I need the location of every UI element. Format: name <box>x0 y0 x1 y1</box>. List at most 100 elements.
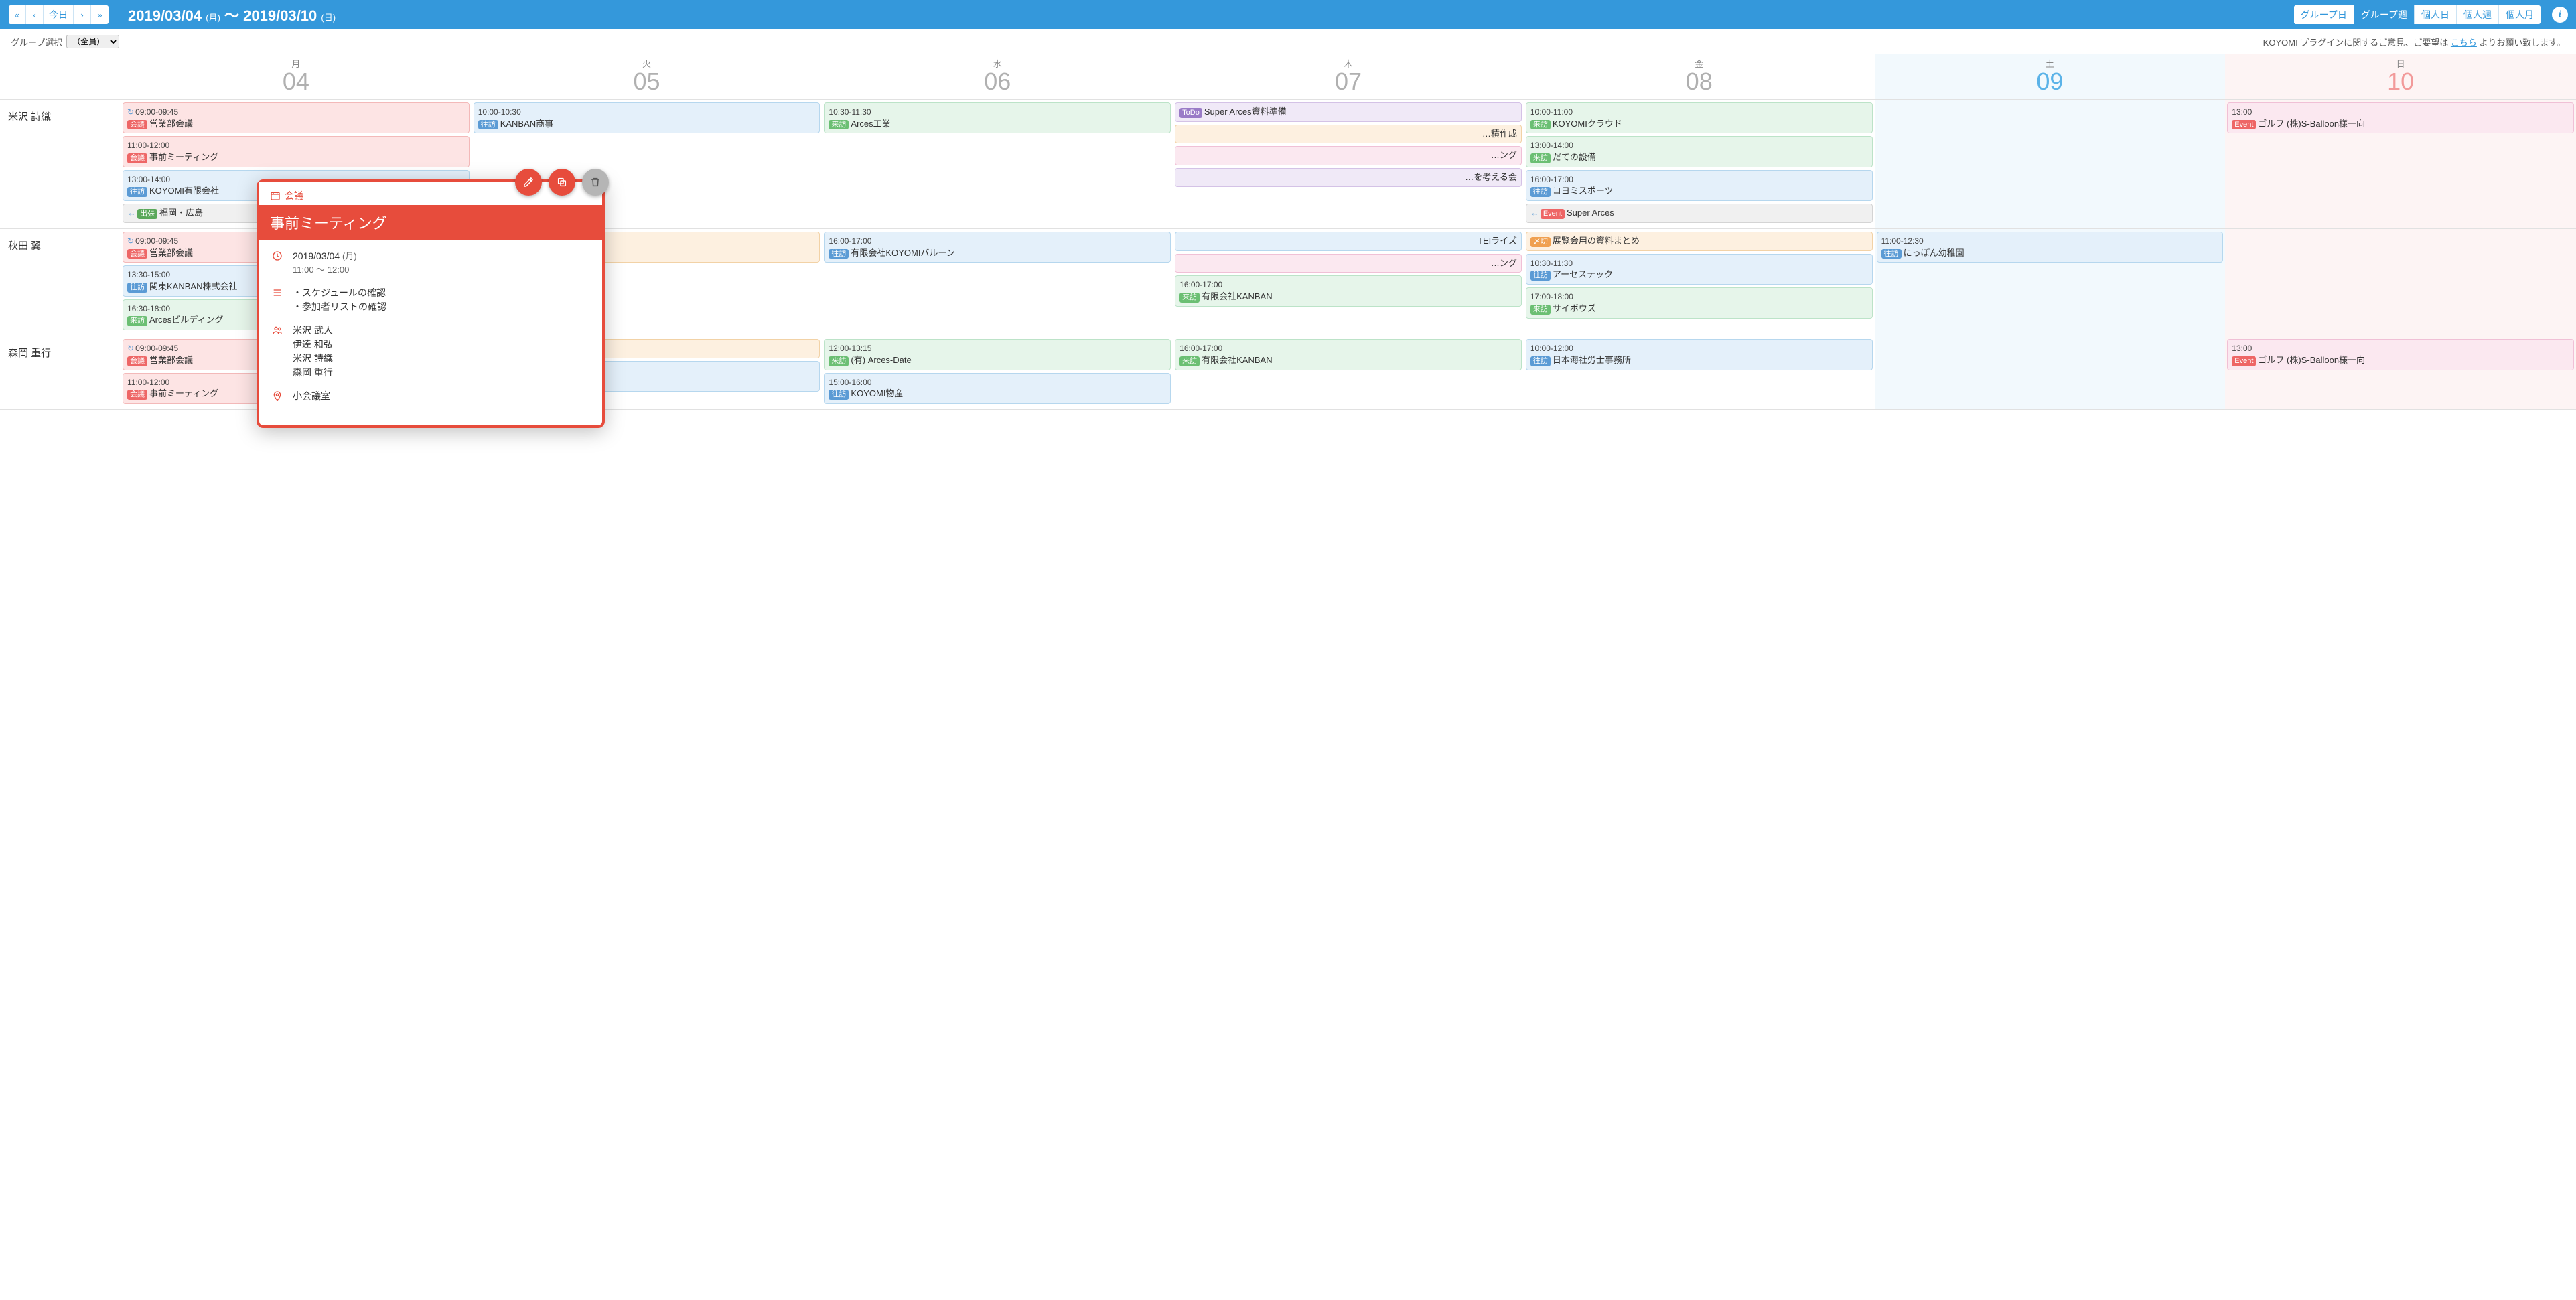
popup-category: 会議 <box>285 189 303 202</box>
event-card[interactable]: …積作成 <box>1175 125 1522 144</box>
day-cell[interactable]: TEIライズ …ング 16:00-17:00来訪有限会社KANBAN <box>1173 229 1524 336</box>
popup-delete-button[interactable] <box>582 169 609 196</box>
event-card[interactable]: 11:00-12:30往訪にっぽん幼稚園 <box>1877 232 2224 263</box>
notice-text: KOYOMI プラグインに関するご意見、ご要望は こちら よりお願い致します。 <box>2263 35 2565 48</box>
event-time: 10:00-12:00 <box>1530 344 1573 353</box>
event-card[interactable]: TEIライズ <box>1175 232 1522 251</box>
day-cell[interactable] <box>2225 229 2576 336</box>
day-cell[interactable]: 16:00-17:00来訪有限会社KANBAN <box>1173 336 1524 409</box>
info-icon[interactable]: i <box>2552 7 2568 23</box>
view-button-3[interactable]: 個人週 <box>2457 5 2499 24</box>
event-time: 10:30-11:30 <box>1530 259 1573 268</box>
event-tag: 会議 <box>127 120 147 130</box>
event-text: Super Arces資料準備 <box>1204 106 1287 117</box>
event-text: 日本海社労士事務所 <box>1553 355 1631 365</box>
popup-attendees: 米沢 武人伊達 和弘米沢 詩織森岡 重行 <box>293 323 333 380</box>
day-cell[interactable]: 〆切展覧会用の資料まとめ10:30-11:30往訪アーセステック17:00-18… <box>1524 229 1875 336</box>
day-cell[interactable]: 10:00-12:00往訪日本海社労士事務所 <box>1524 336 1875 409</box>
event-time: 10:00-11:00 <box>1530 107 1573 117</box>
day-number: 07 <box>1173 70 1524 94</box>
day-cell[interactable]: 10:00-11:00来訪KOYOMIクラウド13:00-14:00来訪だての設… <box>1524 100 1875 228</box>
event-tag: 会議 <box>127 390 147 400</box>
feedback-link[interactable]: こちら <box>2451 38 2477 48</box>
event-card[interactable]: 15:00-16:00往訪KOYOMI物産 <box>824 373 1171 404</box>
nav-today-button[interactable]: 今日 <box>44 5 74 24</box>
nav-first-button[interactable]: « <box>9 5 26 24</box>
event-card[interactable]: 13:00Eventゴルフ (株)S-Balloon様一向 <box>2227 102 2574 133</box>
event-text: KOYOMI有限会社 <box>149 186 219 196</box>
day-cell[interactable]: 13:00Eventゴルフ (株)S-Balloon様一向 <box>2225 100 2576 228</box>
event-card[interactable]: ToDoSuper Arces資料準備 <box>1175 102 1522 122</box>
event-tag: 会議 <box>127 356 147 366</box>
user-name-cell[interactable]: 秋田 翼 <box>0 229 121 336</box>
event-card[interactable]: 13:00Eventゴルフ (株)S-Balloon様一向 <box>2227 339 2574 370</box>
day-number: 10 <box>2225 70 2576 94</box>
event-time: 09:00-09:45 <box>135 236 178 246</box>
event-card[interactable]: …ング <box>1175 254 1522 273</box>
event-card[interactable]: 〆切展覧会用の資料まとめ <box>1526 232 1873 251</box>
event-card[interactable]: 13:00-14:00来訪だての設備 <box>1526 136 1873 167</box>
day-header: 火05 <box>472 54 822 99</box>
event-card[interactable]: 16:00-17:00往訪有限会社KOYOMIバルーン <box>824 232 1171 263</box>
event-card[interactable]: …ング <box>1175 146 1522 165</box>
recur-icon: ↻ <box>127 236 134 246</box>
event-card[interactable]: 11:00-12:00会議事前ミーティング <box>123 136 470 167</box>
group-select[interactable]: （全員） <box>66 35 119 48</box>
event-text: 関東KANBAN株式会社 <box>149 281 237 291</box>
event-card[interactable]: 16:00-17:00往訪コヨミスポーツ <box>1526 170 1873 201</box>
day-cell[interactable]: 13:00Eventゴルフ (株)S-Balloon様一向 <box>2225 336 2576 409</box>
day-cell[interactable]: 12:00-13:15来訪(有) Arces-Date15:00-16:00往訪… <box>822 336 1173 409</box>
event-card[interactable]: 10:00-12:00往訪日本海社労士事務所 <box>1526 339 1873 370</box>
recur-icon: ↻ <box>127 344 134 353</box>
event-text: アーセステック <box>1553 269 1613 279</box>
event-card[interactable]: 10:00-11:00来訪KOYOMIクラウド <box>1526 102 1873 133</box>
day-cell[interactable]: ToDoSuper Arces資料準備 …積作成 …ング …を考える会 <box>1173 100 1524 228</box>
day-number: 08 <box>1524 70 1875 94</box>
event-card[interactable]: 16:00-17:00来訪有限会社KANBAN <box>1175 339 1522 370</box>
event-time: 17:00-18:00 <box>1530 292 1573 301</box>
user-name-cell[interactable]: 森岡 重行 <box>0 336 121 409</box>
popup-title: 事前ミーティング <box>259 205 602 240</box>
day-cell[interactable]: 11:00-12:30往訪にっぽん幼稚園 <box>1875 229 2226 336</box>
view-button-2[interactable]: 個人日 <box>2415 5 2457 24</box>
event-card[interactable]: 10:00-10:30往訪KANBAN商事 <box>474 102 820 133</box>
header-row: 月04火05水06木07金08土09日10 <box>0 54 2576 100</box>
event-card[interactable]: ↻09:00-09:45会議営業部会議 <box>123 102 470 133</box>
day-cell[interactable]: 16:00-17:00往訪有限会社KOYOMIバルーン <box>822 229 1173 336</box>
popup-copy-button[interactable] <box>549 169 575 196</box>
view-button-1[interactable]: グループ週 <box>2354 5 2415 24</box>
event-text: 福岡・広島 <box>159 208 203 218</box>
view-button-0[interactable]: グループ日 <box>2294 5 2354 24</box>
event-time: 13:00-14:00 <box>127 175 170 184</box>
event-card[interactable]: 12:00-13:15来訪(有) Arces-Date <box>824 339 1171 370</box>
popup-attendee-item: 伊達 和弘 <box>293 338 333 352</box>
event-text: 有限会社KANBAN <box>1202 355 1272 365</box>
event-card[interactable]: ↔EventSuper Arces <box>1526 204 1873 223</box>
event-tag: ToDo <box>1179 108 1202 118</box>
event-card[interactable]: 10:30-11:30往訪アーセステック <box>1526 254 1873 285</box>
nav-last-button[interactable]: » <box>91 5 109 24</box>
popup-edit-button[interactable] <box>515 169 542 196</box>
event-card[interactable]: …を考える会 <box>1175 168 1522 188</box>
user-name-cell[interactable]: 米沢 詩織 <box>0 100 121 228</box>
day-cell[interactable] <box>1875 100 2226 228</box>
day-cell[interactable] <box>1875 336 2226 409</box>
day-cell[interactable]: 10:30-11:30来訪Arces工業 <box>822 100 1173 228</box>
popup-time: 11:00 ～ 12:00 <box>293 263 357 277</box>
event-time: 16:00-17:00 <box>1179 280 1222 289</box>
event-card[interactable]: 16:00-17:00来訪有限会社KANBAN <box>1175 275 1522 306</box>
view-button-4[interactable]: 個人月 <box>2499 5 2541 24</box>
nav-prev-button[interactable]: ‹ <box>26 5 44 24</box>
event-card[interactable]: 17:00-18:00来訪サイボウズ <box>1526 287 1873 318</box>
event-text: (有) Arces-Date <box>851 355 911 365</box>
popup-datetime: 2019/03/04 (月) 11:00 ～ 12:00 <box>293 249 357 277</box>
event-time: 09:00-09:45 <box>135 107 178 117</box>
event-tag: 往訪 <box>829 390 849 400</box>
clock-icon <box>271 249 283 264</box>
event-card[interactable]: 10:30-11:30来訪Arces工業 <box>824 102 1171 133</box>
event-time: 13:00 <box>2232 107 2252 117</box>
popup-attendee-item: 米沢 詩織 <box>293 352 333 366</box>
span-arrows-icon: ↔ <box>1530 208 1539 218</box>
event-text: 事前ミーティング <box>149 388 218 399</box>
nav-next-button[interactable]: › <box>74 5 91 24</box>
